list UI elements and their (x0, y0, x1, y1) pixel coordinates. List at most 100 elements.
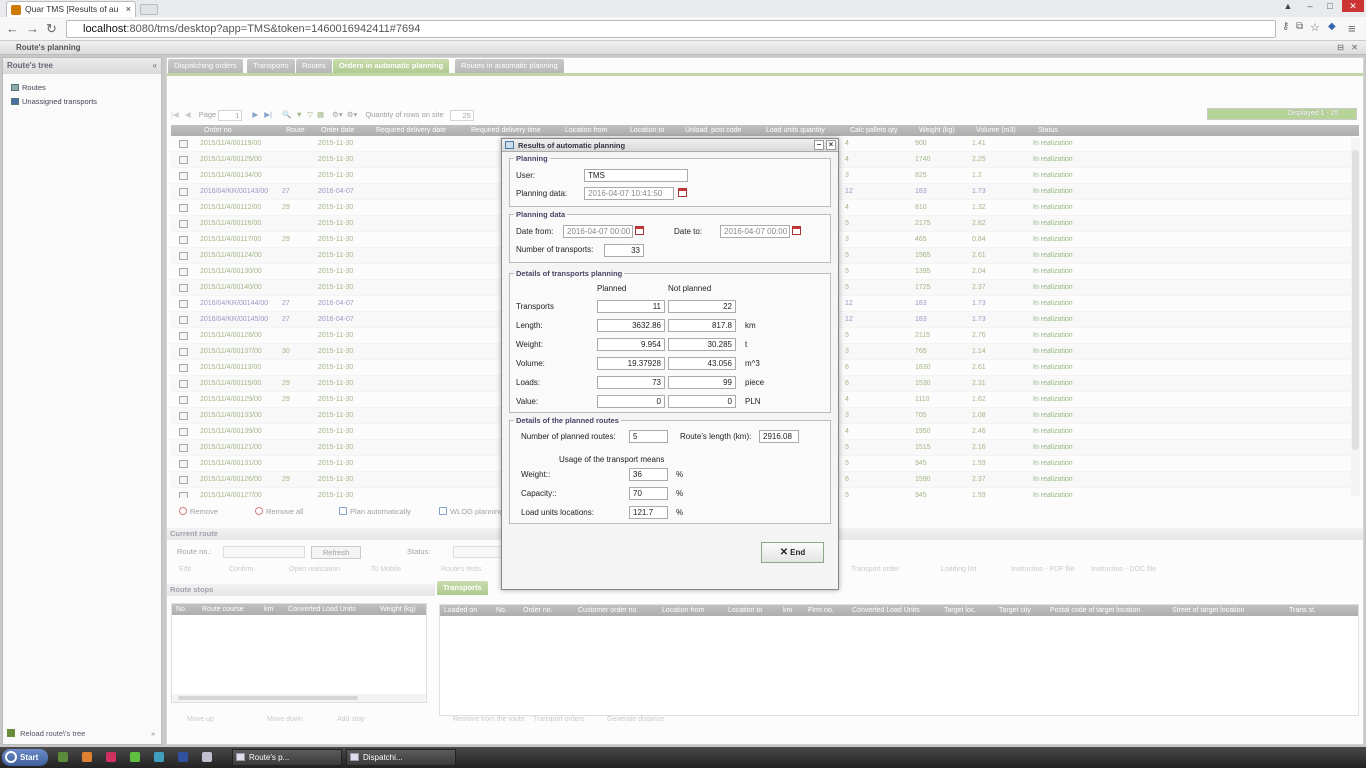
planned-routes-legend: Details of the planned routes (516, 416, 619, 425)
expand-icon[interactable]: » (151, 729, 155, 738)
planned-value-field[interactable]: 11 (597, 300, 665, 313)
taskbar-window-dispatching[interactable]: Dispatchi... (346, 749, 456, 766)
planned-value-field[interactable]: 19.37928 (597, 357, 665, 370)
planning-date-field[interactable]: 2016-04-07 10:41:50 (584, 187, 674, 200)
calendar-icon[interactable] (635, 226, 644, 235)
window-icon (350, 753, 359, 761)
forward-icon[interactable]: → (26, 21, 39, 36)
load-units-locations-label: Load units locations: (521, 508, 594, 517)
quicklaunch-icon[interactable] (106, 752, 116, 762)
date-to-field[interactable]: 2016-04-07 00:00 (720, 225, 790, 238)
start-label: Start (20, 753, 39, 762)
reload-tree-button[interactable]: Reload route\'s tree » (7, 729, 155, 738)
not-planned-value-field[interactable]: 43.056 (668, 357, 736, 370)
quicklaunch-icon[interactable] (178, 752, 188, 762)
url-path: :8080/tms/desktop?app=TMS&token=14600169… (126, 23, 421, 35)
not-planned-value-field[interactable]: 99 (668, 376, 736, 389)
not-planned-value-field[interactable]: 22 (668, 300, 736, 313)
user-icon[interactable]: ▲ (1280, 0, 1296, 12)
star-icon[interactable]: ☆ (1310, 21, 1320, 34)
quicklaunch-icon[interactable] (82, 752, 92, 762)
not-planned-value-field[interactable]: 0 (668, 395, 736, 408)
reload-tree-label: Reload route\'s tree (20, 729, 86, 738)
quicklaunch-icon[interactable] (58, 752, 68, 762)
not-planned-value-field[interactable]: 817.8 (668, 319, 736, 332)
load-units-locations-unit: % (676, 508, 684, 517)
extension-icon[interactable]: ◆ (1328, 21, 1336, 32)
user-label: User: (516, 171, 536, 180)
reload-icon[interactable]: ↻ (46, 21, 57, 37)
date-from-label: Date from: (516, 227, 554, 236)
favicon-icon (11, 5, 21, 15)
browser-tab[interactable]: Quar TMS [Results of au × (6, 1, 136, 17)
planned-value-field[interactable]: 73 (597, 376, 665, 389)
details-row-unit: t (745, 340, 748, 349)
dialog-close-button[interactable]: × (826, 140, 836, 150)
app-title: Route's planning ⊟ ✕ (0, 41, 1366, 55)
details-row-label: Loads: (516, 378, 541, 387)
not-planned-header: Not planned (668, 284, 712, 293)
planned-routes-section: Details of the planned routes Number of … (509, 416, 831, 524)
key-icon[interactable]: ⚷ (1282, 21, 1289, 32)
usage-capacity-unit: % (676, 489, 684, 498)
collapse-icon[interactable]: « (153, 58, 157, 74)
calendar-icon[interactable] (792, 226, 801, 235)
usage-capacity-field[interactable]: 70 (629, 487, 668, 500)
date-from-field[interactable]: 2016-04-07 00:00 (563, 225, 633, 238)
usage-label: Usage of the transport means (559, 455, 665, 464)
planned-value-field[interactable]: 9.954 (597, 338, 665, 351)
back-icon[interactable]: ← (6, 21, 19, 36)
dialog-title-bar[interactable]: Results of automatic planning – × (502, 139, 838, 152)
close-window-button[interactable]: ✕ (1342, 0, 1364, 12)
tree-item-label: Unassigned transports (22, 97, 98, 106)
details-row-label: Value: (516, 397, 539, 406)
details-row-unit: m^3 (745, 359, 760, 368)
address-bar: ← → ↻ localhost:8080/tms/desktop?app=TMS… (0, 17, 1366, 41)
dialog-title: Results of automatic planning (518, 141, 626, 150)
dialog-minimize-button[interactable]: – (814, 140, 824, 150)
close-tab-icon[interactable]: × (126, 2, 131, 17)
route-length-field[interactable]: 2916.08 (759, 430, 799, 443)
load-units-locations-field[interactable]: 121.7 (629, 506, 668, 519)
end-button[interactable]: ✕ End (761, 542, 824, 563)
number-of-transports-field[interactable]: 33 (604, 244, 644, 257)
planned-header: Planned (597, 284, 627, 293)
planning-date-label: Planning data: (516, 189, 568, 198)
user-field[interactable]: TMS (584, 169, 688, 182)
tree-item-label: Routes (22, 83, 46, 92)
translate-icon[interactable]: ⧉ (1296, 21, 1303, 32)
url-input[interactable]: localhost:8080/tms/desktop?app=TMS&token… (66, 20, 1276, 38)
browser-tab-title: Quar TMS [Results of au (25, 4, 119, 14)
transports-planning-section: Details of transports planning Planned N… (509, 269, 831, 413)
transports-planning-legend: Details of transports planning (516, 269, 623, 278)
new-tab-button[interactable] (140, 4, 158, 15)
planned-routes-count-field[interactable]: 5 (629, 430, 668, 443)
not-planned-value-field[interactable]: 30.285 (668, 338, 736, 351)
app-title-text: Route's planning (16, 43, 81, 52)
close-icon[interactable]: ✕ (1351, 41, 1358, 55)
quicklaunch-icon[interactable] (202, 752, 212, 762)
dialog-window-icon (505, 141, 514, 149)
planned-value-field[interactable]: 3632.86 (597, 319, 665, 332)
usage-capacity-label: Capacity:: (521, 489, 557, 498)
planning-data-section: Planning data Date from: 2016-04-07 00:0… (509, 210, 831, 263)
results-dialog: Results of automatic planning – × Planni… (501, 138, 839, 590)
tree-item-routes[interactable]: Routes (11, 83, 46, 92)
calendar-icon[interactable] (678, 188, 687, 197)
quicklaunch-icon[interactable] (130, 752, 140, 762)
planned-value-field[interactable]: 0 (597, 395, 665, 408)
taskbar-window-label: Dispatchi... (363, 753, 403, 762)
restore-icon[interactable]: ⊟ (1337, 41, 1344, 55)
menu-icon[interactable]: ≡ (1348, 21, 1356, 36)
quicklaunch-icon[interactable] (154, 752, 164, 762)
minimize-window-button[interactable]: – (1302, 0, 1318, 12)
tree-item-unassigned[interactable]: Unassigned transports (11, 97, 97, 106)
taskbar-window-routes[interactable]: Route's p... (232, 749, 342, 766)
maximize-window-button[interactable]: □ (1322, 0, 1338, 12)
usage-weight-field[interactable]: 36 (629, 468, 668, 481)
start-orb-icon (5, 751, 17, 763)
url-host: localhost (83, 23, 127, 35)
number-of-transports-label: Number of transports: (516, 245, 594, 254)
start-button[interactable]: Start (2, 749, 48, 766)
route-length-label: Route's length (km): (680, 432, 752, 441)
